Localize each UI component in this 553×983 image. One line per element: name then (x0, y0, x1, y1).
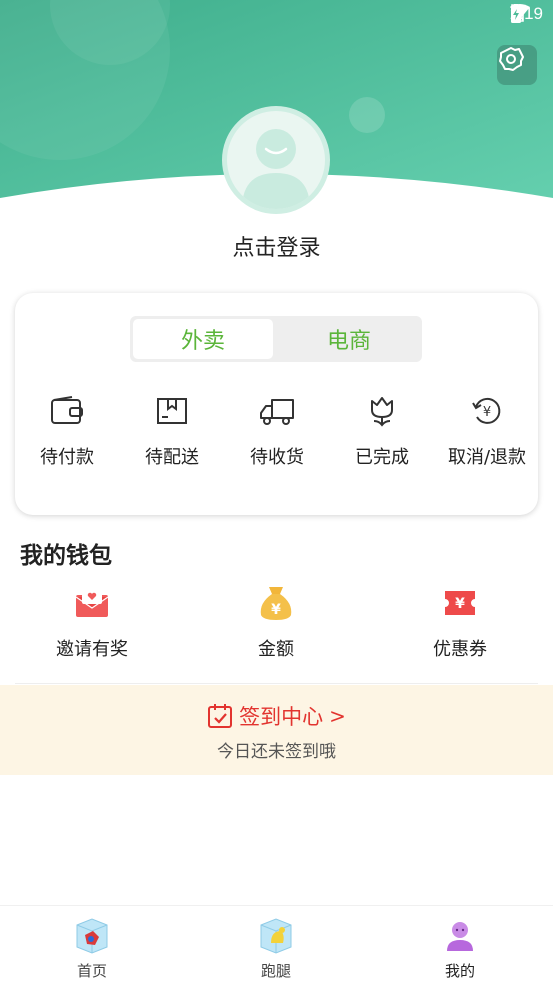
package-box-icon (157, 398, 187, 424)
order-item-label: 待付款 (40, 447, 94, 468)
tab-ecommerce[interactable]: 电商 (279, 319, 419, 359)
errand-cube-icon (260, 918, 292, 954)
svg-text:¥: ¥ (455, 596, 465, 612)
wallet-title: 我的钱包 (20, 543, 112, 569)
nav-label: 我的 (444, 962, 475, 980)
nav-home[interactable]: 首页 (42, 916, 142, 981)
calendar-check-icon (208, 704, 233, 728)
svg-text:¥: ¥ (271, 602, 281, 618)
order-pending-delivery[interactable]: 待配送 (120, 393, 224, 469)
nav-label: 首页 (76, 962, 107, 980)
svg-text:¥: ¥ (483, 405, 491, 420)
order-cancel-refund[interactable]: ¥ 取消/退款 (435, 393, 539, 469)
refund-yen-icon: ¥ (472, 397, 501, 424)
money-bag-icon: ¥ (260, 587, 292, 620)
nav-label: 跑腿 (260, 962, 291, 980)
order-item-label: 待配送 (145, 447, 199, 468)
wallet-coupons[interactable]: ¥ 优惠券 (400, 585, 520, 661)
wallet-balance[interactable]: ¥ 金额 (216, 585, 336, 661)
invite-envelope-icon (75, 589, 109, 617)
wallet-item-label: 优惠券 (433, 639, 487, 660)
nav-errand[interactable]: 跑腿 (226, 916, 326, 981)
divider (15, 683, 538, 684)
battery-charging-icon (510, 4, 521, 23)
status-bar: 2:19 (0, 0, 553, 32)
tulip-flower-icon (371, 397, 393, 427)
nav-mine[interactable]: 我的 (410, 916, 510, 981)
order-item-label: 待收货 (250, 447, 304, 468)
order-pending-receipt[interactable]: 待收货 (225, 393, 329, 469)
home-cube-icon (76, 918, 108, 954)
order-completed[interactable]: 已完成 (330, 393, 434, 469)
coupon-ticket-icon: ¥ (445, 591, 475, 615)
order-pending-payment[interactable]: 待付款 (15, 393, 119, 469)
signin-center-banner[interactable]: 签到中心 > 今日还未签到哦 (0, 685, 553, 775)
wallet-invite[interactable]: 邀请有奖 (32, 585, 152, 661)
orders-card: 外卖 电商 待付款 待配送 待收货 已完成 ¥ 取消/退款 (15, 293, 538, 515)
wallet-item-label: 金额 (258, 639, 294, 660)
settings-button[interactable] (497, 45, 537, 85)
signin-status: 今日还未签到哦 (217, 742, 336, 762)
wallet-row: 邀请有奖 ¥ 金额 ¥ 优惠券 (0, 585, 553, 665)
settings-gear-icon (499, 47, 524, 71)
order-item-label: 已完成 (355, 447, 409, 468)
wallet-icon (51, 396, 83, 424)
order-status-row: 待付款 待配送 待收货 已完成 ¥ 取消/退款 (15, 393, 538, 473)
delivery-truck-icon (260, 399, 294, 425)
profile-person-icon (447, 922, 473, 951)
chevron-right-icon: > (329, 704, 346, 728)
avatar[interactable] (222, 106, 330, 214)
login-prompt[interactable]: 点击登录 (0, 230, 553, 262)
wallet-item-label: 邀请有奖 (56, 639, 128, 660)
default-avatar-icon (242, 129, 310, 209)
order-type-switch: 外卖 电商 (130, 316, 422, 362)
tab-takeout[interactable]: 外卖 (133, 319, 273, 359)
order-item-label: 取消/退款 (447, 447, 527, 468)
bottom-nav: 首页 跑腿 我的 (0, 905, 553, 983)
signin-title: 签到中心 (239, 705, 324, 729)
